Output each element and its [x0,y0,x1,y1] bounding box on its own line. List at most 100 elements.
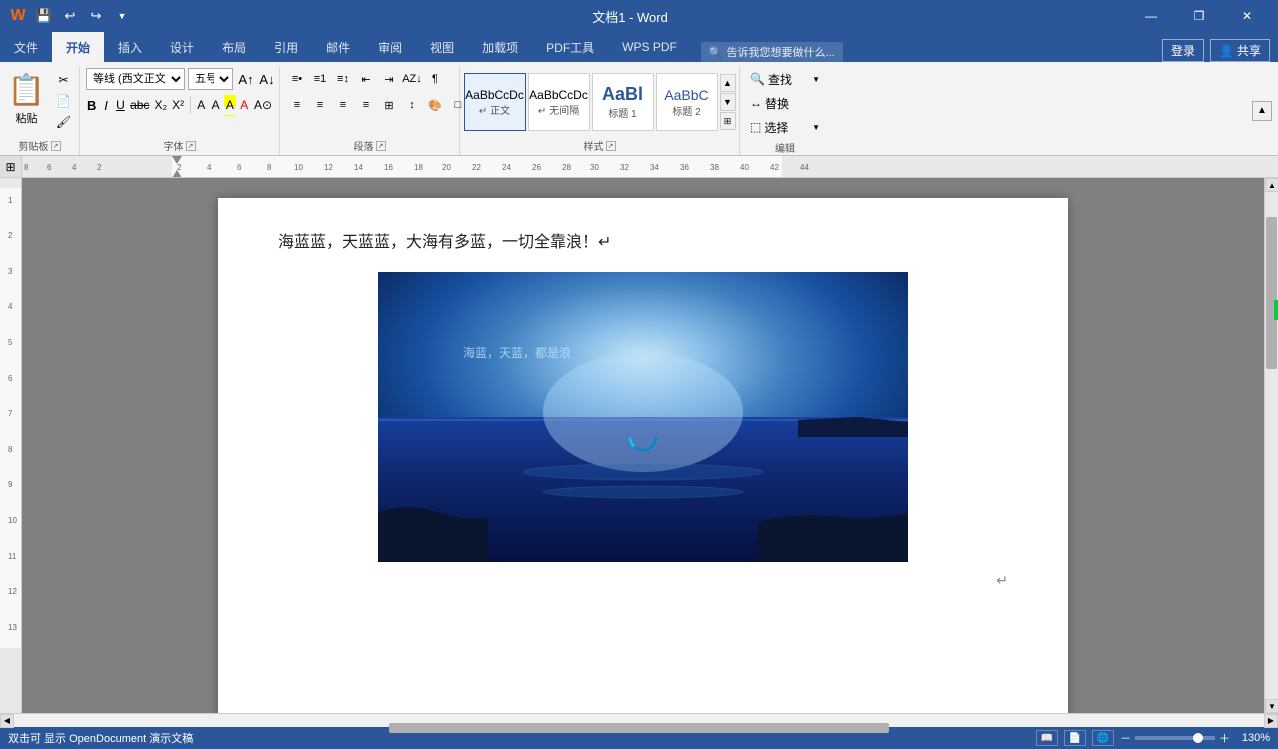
read-view-button[interactable]: 📖 [1036,730,1058,746]
tab-insert[interactable]: 插入 [104,32,156,62]
collapse-ribbon-button[interactable]: ▲ [1252,101,1272,121]
style-heading1[interactable]: AaBl 标题 1 [592,73,654,131]
char-shading-button[interactable]: A [210,94,221,116]
style-no-spacing[interactable]: AaBbCcDc ↵ 无间隔 [528,73,590,131]
multilevel-list-button[interactable]: ≡↕ [332,68,354,90]
document-image[interactable]: 海蓝，天蓝，都是浪 [378,272,908,562]
scroll-track[interactable] [1265,192,1278,699]
tab-design[interactable]: 设计 [156,32,208,62]
share-button[interactable]: 👤 共享 [1210,39,1270,62]
align-buttons-row: ≡ ≡ ≡ ≡ ⊞ ↕ 🎨 □ [286,94,469,116]
tab-wps-pdf[interactable]: WPS PDF [608,32,691,62]
underline-button[interactable]: U [115,94,126,116]
style-heading2[interactable]: AaBbC 标题 2 [656,73,718,131]
bold-button[interactable]: B [86,94,97,116]
copy-button[interactable]: 📄 [52,91,76,111]
list-buttons-row: ≡• ≡1 ≡↕ ⇤ ⇥ AZ↓ ¶ [286,68,446,90]
close-button[interactable]: ✕ [1224,0,1270,32]
zoom-in-button[interactable]: ＋ [1219,730,1230,746]
undo-icon[interactable]: ↩ [60,6,80,26]
zoom-out-button[interactable]: － [1120,730,1131,746]
find-button[interactable]: 🔍 查找 ▼ [745,68,825,90]
print-view-button[interactable]: 📄 [1064,730,1086,746]
app-icon: W [8,6,28,26]
strikethrough-button[interactable]: abc [129,94,150,116]
tab-home[interactable]: 开始 [52,32,104,62]
document-area[interactable]: 海蓝蓝，天蓝蓝，大海有多蓝，一切全靠浪！↵ [22,178,1264,713]
unordered-list-button[interactable]: ≡• [286,68,308,90]
shading-button[interactable]: 🎨 [424,94,446,116]
paragraph-expand[interactable]: ↗ [376,141,386,151]
style-heading1-preview: AaBl [602,84,643,105]
svg-text:44: 44 [800,163,809,172]
login-button[interactable]: 登录 [1162,39,1204,62]
align-center-button[interactable]: ≡ [309,94,331,116]
font-size-select[interactable]: 五号 [188,68,233,90]
customize-icon[interactable]: ▼ [112,6,132,26]
decrease-font-size-button[interactable]: A↓ [257,68,277,90]
h-scroll-thumb[interactable] [389,723,889,733]
style-normal[interactable]: AaBbCcDc ↵ 正文 [464,73,526,131]
tab-addins[interactable]: 加载项 [468,32,532,62]
align-left-button[interactable]: ≡ [286,94,308,116]
replace-button[interactable]: ↔ 替换 [745,92,825,114]
redo-icon[interactable]: ↪ [86,6,106,26]
cut-button[interactable]: ✂ [52,70,76,90]
scroll-right-button[interactable]: ▶ [1264,714,1278,728]
show-hide-button[interactable]: ¶ [424,68,446,90]
scroll-thumb[interactable] [1266,217,1277,369]
styles-expand-btn[interactable]: ↗ [606,141,616,151]
font-expand[interactable]: ↗ [186,141,196,151]
tab-mailings[interactable]: 邮件 [312,32,364,62]
select-button[interactable]: ⬚ 选择 ▼ [745,116,825,138]
tab-file[interactable]: 文件 [0,32,52,62]
select-dropdown-icon: ▼ [812,123,820,132]
line-spacing-button[interactable]: ↕ [401,94,423,116]
restore-button[interactable]: ❒ [1176,0,1222,32]
decrease-indent-button[interactable]: ⇤ [355,68,377,90]
superscript-button[interactable]: X² [171,94,185,116]
increase-indent-button[interactable]: ⇥ [378,68,400,90]
scroll-up-button[interactable]: ▲ [1265,178,1278,192]
zoom-track[interactable] [1135,736,1215,740]
sort-button[interactable]: AZ↓ [401,68,423,90]
save-icon[interactable]: 💾 [34,6,54,26]
tab-review[interactable]: 审阅 [364,32,416,62]
font-name-select[interactable]: 等线 (西文正文 [86,68,185,90]
style-no-spacing-preview: AaBbCcDc [529,88,588,102]
svg-text:1: 1 [8,196,13,205]
italic-button[interactable]: I [100,94,111,116]
svg-text:10: 10 [294,163,303,172]
clipboard-expand[interactable]: ↗ [51,141,61,151]
font-color-bg-button[interactable]: A [196,94,207,116]
subscript-button[interactable]: X₂ [153,94,168,116]
find-icon: 🔍 [750,72,765,86]
align-justify-button[interactable]: ≡ [355,94,377,116]
font-color-button[interactable]: A [239,94,250,116]
scroll-down-button[interactable]: ▼ [1265,699,1278,713]
format-painter-button[interactable]: 🖌 [52,112,76,132]
minimize-button[interactable]: — [1128,0,1174,32]
increase-font-size-button[interactable]: A↑ [236,68,256,90]
columns-button[interactable]: ⊞ [378,94,400,116]
styles-expand[interactable]: ⊞ [720,112,736,130]
paste-button[interactable]: 📋 粘贴 [4,68,50,130]
scroll-left-button[interactable]: ◀ [0,714,14,728]
tab-references[interactable]: 引用 [260,32,312,62]
document-text[interactable]: 海蓝蓝，天蓝蓝，大海有多蓝，一切全靠浪！↵ [278,228,1008,252]
web-view-button[interactable]: 🌐 [1092,730,1114,746]
highlight-button[interactable]: A [224,94,235,116]
styles-scroll-down[interactable]: ▼ [720,93,736,111]
ruler-corner[interactable]: ⊞ [0,156,22,178]
svg-text:12: 12 [8,587,17,596]
search-bar[interactable]: 🔍 告诉我您想要做什么... [701,42,843,62]
ordered-list-button[interactable]: ≡1 [309,68,331,90]
tab-pdf-tools[interactable]: PDF工具 [532,32,608,62]
tab-view[interactable]: 视图 [416,32,468,62]
tab-layout[interactable]: 布局 [208,32,260,62]
svg-text:8: 8 [267,163,272,172]
char-border-button[interactable]: A⊙ [253,94,273,116]
zoom-level[interactable]: 130% [1236,732,1270,744]
styles-scroll-up[interactable]: ▲ [720,74,736,92]
align-right-button[interactable]: ≡ [332,94,354,116]
